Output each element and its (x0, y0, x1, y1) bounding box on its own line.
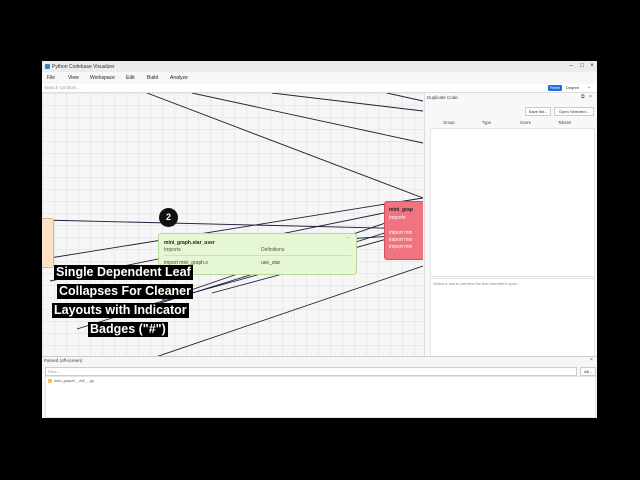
menu-bar: File View Workspace Edit Build Analyze (42, 72, 597, 84)
node-definitions-label: Definitions (261, 247, 285, 253)
window-title: Python Codebase Visualizer (52, 64, 115, 70)
node-red-title: mini_grap (389, 207, 413, 213)
column-header-type[interactable]: Type (482, 120, 491, 125)
panel-title: Duplicate Code (427, 95, 458, 100)
search-input[interactable]: Search symbols... (44, 85, 80, 90)
column-header-score[interactable]: Score (520, 120, 531, 125)
step-badge: 2 (159, 208, 178, 227)
menu-workspace[interactable]: Workspace (90, 75, 115, 81)
minimize-icon[interactable]: – (567, 63, 575, 70)
node-definition-item: use_star (261, 260, 281, 266)
parsed-title: Parsed (off-screen) (44, 358, 83, 363)
title-bar: Python Codebase Visualizer – □ × (42, 61, 597, 72)
search-bar: Search symbols... Fixed Degree ⌄ (42, 84, 597, 93)
edge (146, 93, 423, 199)
caption-line-1: Single Dependent Leaf (54, 265, 193, 280)
open-selected-button[interactable]: Open Selected... (554, 107, 594, 116)
save-list-button[interactable]: Save list... (525, 107, 551, 116)
layout-mode-fixed-button[interactable]: Fixed (548, 85, 562, 91)
parsed-panel: Parsed (off-screen) × Filter... All... m… (42, 356, 597, 418)
preview-message: Select a row to preview the first member… (433, 281, 521, 286)
panel-float-icon[interactable]: ⧉ (581, 94, 585, 100)
node-left-partial[interactable] (42, 218, 54, 268)
node-red-imports-label: Imports (389, 215, 406, 221)
menu-view[interactable]: View (68, 75, 79, 81)
python-file-icon (48, 379, 52, 383)
node-red-item: import min (389, 244, 413, 250)
node-red-item: import min (389, 230, 413, 236)
app-window: Python Codebase Visualizer – □ × File Vi… (42, 61, 597, 418)
column-header-group[interactable]: Group (443, 120, 455, 125)
chevron-down-icon[interactable]: ⌄ (587, 84, 591, 90)
caption-line-4: Badges ("#") (88, 322, 168, 337)
all-button[interactable]: All... (580, 367, 596, 376)
maximize-icon[interactable]: □ (578, 63, 586, 70)
list-item[interactable]: mini_graph/__init__.py (54, 378, 94, 383)
duplicate-list[interactable] (430, 128, 595, 277)
node-imports-label: Imports (164, 247, 181, 253)
node-divider (164, 255, 351, 256)
column-header-tokens[interactable]: Tokens (558, 120, 571, 125)
parsed-list: mini_graph/__init__.py (45, 376, 596, 418)
menu-build[interactable]: Build (147, 75, 158, 81)
menu-analyze[interactable]: Analyze (170, 75, 188, 81)
node-red-item: import min (389, 237, 413, 243)
graph-node-red[interactable]: mini_grap Imports import min import min … (384, 201, 423, 260)
edge (386, 93, 423, 102)
node-collapse-icon[interactable]: – (346, 235, 349, 241)
menu-edit[interactable]: Edit (126, 75, 135, 81)
node-title: mini_graph.star_user (164, 240, 215, 246)
edge (191, 93, 423, 144)
layout-mode-degree-button[interactable]: Degree (564, 85, 581, 91)
step-badge-number: 2 (165, 212, 171, 222)
parsed-close-icon[interactable]: × (590, 357, 593, 363)
caption-line-2: Collapses For Cleaner (57, 284, 193, 299)
caption-line-3: Layouts with Indicator (52, 303, 189, 318)
close-icon[interactable]: × (588, 63, 596, 70)
edge (42, 219, 423, 230)
panel-close-icon[interactable]: × (589, 94, 592, 100)
filter-input[interactable]: Filter... (48, 369, 60, 374)
filter-field[interactable]: Filter... (45, 367, 577, 376)
app-icon (45, 64, 50, 69)
menu-file[interactable]: File (47, 75, 55, 81)
